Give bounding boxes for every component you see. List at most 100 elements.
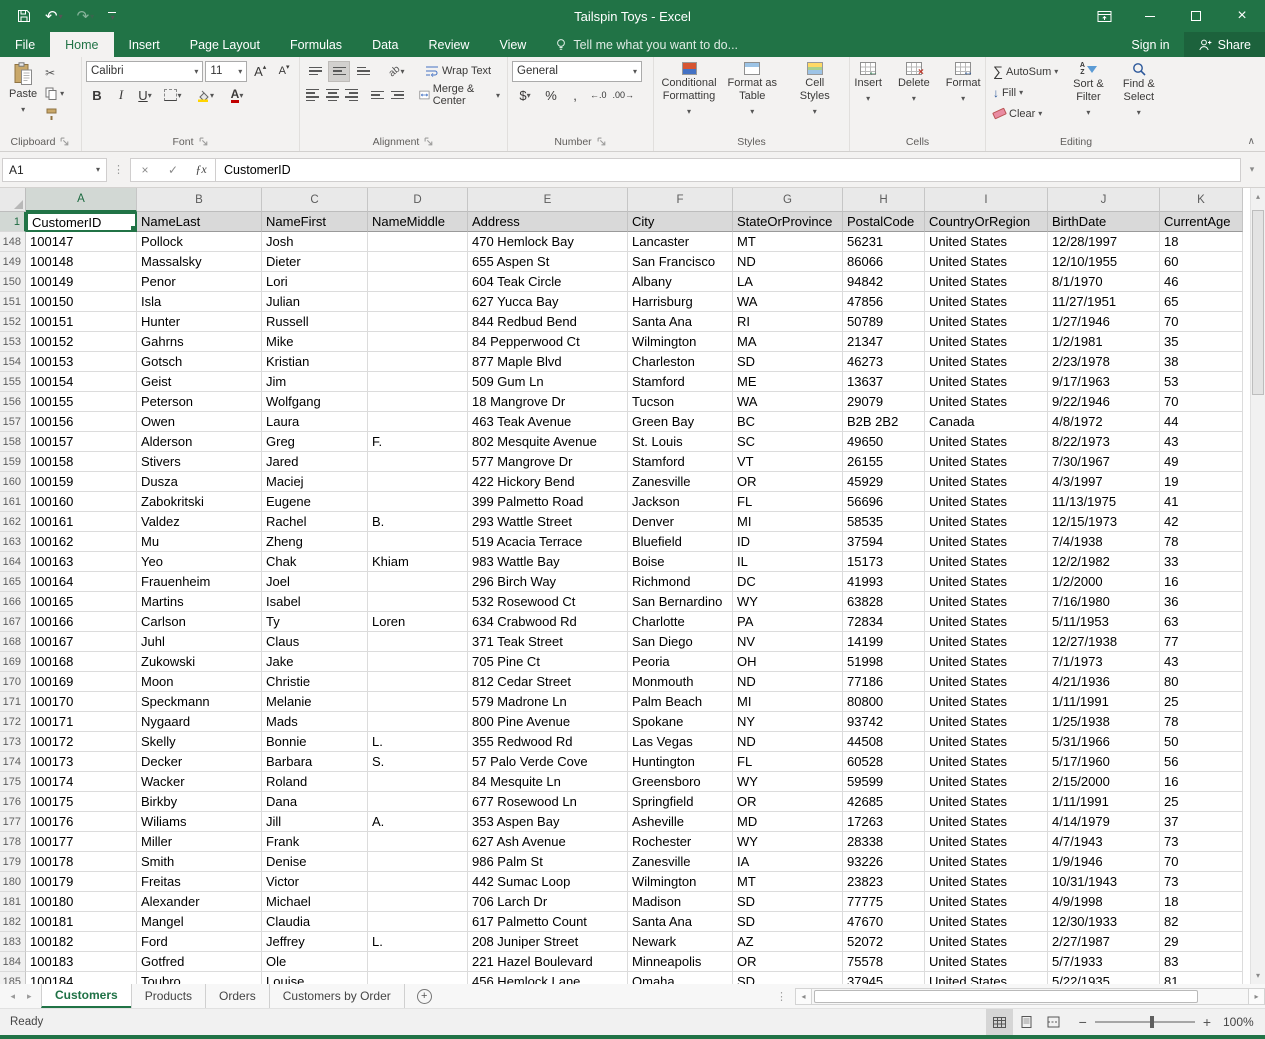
cell-J164[interactable]: 12/2/1982 xyxy=(1048,552,1160,572)
cell-B152[interactable]: Hunter xyxy=(137,312,262,332)
cell-D172[interactable] xyxy=(368,712,468,732)
middle-align-button[interactable] xyxy=(328,61,350,82)
cell-F184[interactable]: Minneapolis xyxy=(628,952,733,972)
cell-H156[interactable]: 29079 xyxy=(843,392,925,412)
next-sheet-icon[interactable]: ▸ xyxy=(27,991,32,1002)
row-header-170[interactable]: 170 xyxy=(0,672,26,692)
cell-I153[interactable]: United States xyxy=(925,332,1048,352)
cell-I170[interactable]: United States xyxy=(925,672,1048,692)
cell-D163[interactable] xyxy=(368,532,468,552)
cell-H179[interactable]: 93226 xyxy=(843,852,925,872)
cell-H172[interactable]: 93742 xyxy=(843,712,925,732)
cell-A166[interactable]: 100165 xyxy=(26,592,137,612)
cell-I185[interactable]: United States xyxy=(925,972,1048,984)
cell-B164[interactable]: Yeo xyxy=(137,552,262,572)
cell-G173[interactable]: ND xyxy=(733,732,843,752)
format-cells-button[interactable]: ↔ Format ▾ xyxy=(941,59,986,108)
cell-C149[interactable]: Dieter xyxy=(262,252,368,272)
cell-I159[interactable]: United States xyxy=(925,452,1048,472)
cell-G159[interactable]: VT xyxy=(733,452,843,472)
cell-D161[interactable] xyxy=(368,492,468,512)
sign-in-button[interactable]: Sign in xyxy=(1117,32,1183,57)
cell-B179[interactable]: Smith xyxy=(137,852,262,872)
cell-A164[interactable]: 100163 xyxy=(26,552,137,572)
cell-H150[interactable]: 94842 xyxy=(843,272,925,292)
redo-caret-icon[interactable]: ▾ xyxy=(90,12,94,21)
cell-C160[interactable]: Maciej xyxy=(262,472,368,492)
fill-color-button[interactable]: ▾ xyxy=(190,85,220,106)
cell-A151[interactable]: 100150 xyxy=(26,292,137,312)
confirm-entry-icon[interactable]: ✓ xyxy=(159,163,187,177)
cell-J183[interactable]: 2/27/1987 xyxy=(1048,932,1160,952)
cell-E168[interactable]: 371 Teak Street xyxy=(468,632,628,652)
cell-H169[interactable]: 51998 xyxy=(843,652,925,672)
row-header-151[interactable]: 151 xyxy=(0,292,26,312)
row-header-158[interactable]: 158 xyxy=(0,432,26,452)
cell-J169[interactable]: 7/1/1973 xyxy=(1048,652,1160,672)
cell-I177[interactable]: United States xyxy=(925,812,1048,832)
cell-F173[interactable]: Las Vegas xyxy=(628,732,733,752)
cell-K183[interactable]: 29 xyxy=(1160,932,1243,952)
cell-B150[interactable]: Penor xyxy=(137,272,262,292)
find-select-button[interactable]: Find & Select ▾ xyxy=(1116,59,1162,122)
cell-H184[interactable]: 75578 xyxy=(843,952,925,972)
cell-G153[interactable]: MA xyxy=(733,332,843,352)
cell-F153[interactable]: Wilmington xyxy=(628,332,733,352)
row-header-148[interactable]: 148 xyxy=(0,232,26,252)
cell-C179[interactable]: Denise xyxy=(262,852,368,872)
cell-I151[interactable]: United States xyxy=(925,292,1048,312)
cell-K153[interactable]: 35 xyxy=(1160,332,1243,352)
cell-C156[interactable]: Wolfgang xyxy=(262,392,368,412)
borders-button[interactable]: ▾ xyxy=(158,85,188,106)
format-as-table-caret-icon[interactable]: ▾ xyxy=(750,105,754,118)
cell-C181[interactable]: Michael xyxy=(262,892,368,912)
cell-B153[interactable]: Gahrns xyxy=(137,332,262,352)
cell-G180[interactable]: MT xyxy=(733,872,843,892)
cell-H168[interactable]: 14199 xyxy=(843,632,925,652)
cell-H175[interactable]: 59599 xyxy=(843,772,925,792)
cell-I179[interactable]: United States xyxy=(925,852,1048,872)
cell-C185[interactable]: Louise xyxy=(262,972,368,984)
cell-G185[interactable]: SD xyxy=(733,972,843,984)
cell-E162[interactable]: 293 Wattle Street xyxy=(468,512,628,532)
cell-A162[interactable]: 100161 xyxy=(26,512,137,532)
cell-J184[interactable]: 5/7/1933 xyxy=(1048,952,1160,972)
cell-E149[interactable]: 655 Aspen St xyxy=(468,252,628,272)
cell-H174[interactable]: 60528 xyxy=(843,752,925,772)
row-header-157[interactable]: 157 xyxy=(0,412,26,432)
cell-F167[interactable]: Charlotte xyxy=(628,612,733,632)
cell-H176[interactable]: 42685 xyxy=(843,792,925,812)
cell-D150[interactable] xyxy=(368,272,468,292)
cell-H163[interactable]: 37594 xyxy=(843,532,925,552)
orientation-button[interactable]: ab▾ xyxy=(382,61,412,82)
cell-H181[interactable]: 77775 xyxy=(843,892,925,912)
cell-C171[interactable]: Melanie xyxy=(262,692,368,712)
horizontal-scrollbar[interactable]: ◂ ▸ xyxy=(795,984,1265,1008)
cell-G174[interactable]: FL xyxy=(733,752,843,772)
cell-J173[interactable]: 5/31/1966 xyxy=(1048,732,1160,752)
font-size-combo[interactable]: 11▾ xyxy=(205,61,247,82)
tab-scroll-splitter[interactable]: ⋮ xyxy=(768,984,795,1008)
cell-C162[interactable]: Rachel xyxy=(262,512,368,532)
cell-F149[interactable]: San Francisco xyxy=(628,252,733,272)
cell-J1[interactable]: BirthDate xyxy=(1048,212,1160,232)
cell-C148[interactable]: Josh xyxy=(262,232,368,252)
cell-G152[interactable]: RI xyxy=(733,312,843,332)
cell-K160[interactable]: 19 xyxy=(1160,472,1243,492)
cell-A174[interactable]: 100173 xyxy=(26,752,137,772)
select-all-button[interactable] xyxy=(0,188,26,212)
cell-K175[interactable]: 16 xyxy=(1160,772,1243,792)
cell-B154[interactable]: Gotsch xyxy=(137,352,262,372)
cell-B160[interactable]: Dusza xyxy=(137,472,262,492)
cell-I184[interactable]: United States xyxy=(925,952,1048,972)
cell-J157[interactable]: 4/8/1972 xyxy=(1048,412,1160,432)
cell-C183[interactable]: Jeffrey xyxy=(262,932,368,952)
cell-I165[interactable]: United States xyxy=(925,572,1048,592)
cell-H152[interactable]: 50789 xyxy=(843,312,925,332)
cell-I149[interactable]: United States xyxy=(925,252,1048,272)
clear-caret-icon[interactable]: ▾ xyxy=(1038,109,1042,118)
cell-H153[interactable]: 21347 xyxy=(843,332,925,352)
cell-C150[interactable]: Lori xyxy=(262,272,368,292)
cell-K180[interactable]: 73 xyxy=(1160,872,1243,892)
fill-button[interactable]: ↓Fill▾ xyxy=(990,82,1061,103)
